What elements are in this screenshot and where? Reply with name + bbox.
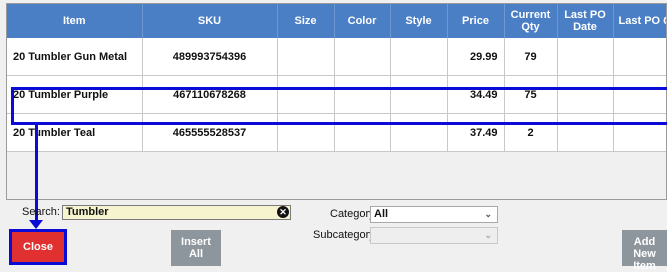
col-header-price[interactable]: Price bbox=[447, 4, 505, 38]
cell-style bbox=[390, 113, 448, 152]
search-label: Search: bbox=[22, 206, 60, 218]
table-row-selected[interactable]: 20 Tumbler Teal 465555528537 37.49 2 bbox=[7, 113, 666, 152]
cell-color bbox=[334, 75, 391, 114]
category-label: Category bbox=[330, 208, 375, 220]
subcategory-label: Subcategory bbox=[313, 229, 375, 241]
col-header-item[interactable]: Item bbox=[7, 4, 143, 38]
item-lookup-window: Item SKU Size Color Style Price Current … bbox=[0, 0, 667, 272]
cell-size bbox=[277, 113, 335, 152]
col-header-style[interactable]: Style bbox=[390, 4, 448, 38]
subcategory-select[interactable]: ⌄ bbox=[370, 227, 498, 244]
chevron-down-icon: ⌄ bbox=[484, 230, 492, 240]
cell-size bbox=[277, 38, 335, 76]
items-grid: Item SKU Size Color Style Price Current … bbox=[6, 3, 667, 200]
search-input[interactable]: Tumbler bbox=[62, 205, 291, 220]
insert-all-button[interactable]: Insert All bbox=[171, 230, 221, 266]
cell-price: 37.49 bbox=[447, 113, 505, 152]
cell-current-qty: 2 bbox=[504, 113, 558, 152]
insert-all-line2: All bbox=[188, 248, 204, 260]
col-header-last-po-qty[interactable]: Last PO Qty bbox=[613, 4, 666, 38]
category-value: All bbox=[374, 208, 389, 220]
insert-all-line1: Insert bbox=[181, 236, 211, 248]
cell-sku: 489993754396 bbox=[142, 38, 278, 76]
cell-item: 20 Tumbler Teal bbox=[7, 113, 143, 152]
table-row[interactable]: 20 Tumbler Gun Metal 489993754396 29.99 … bbox=[7, 38, 666, 76]
cell-price: 29.99 bbox=[447, 38, 505, 76]
header-row: Item SKU Size Color Style Price Current … bbox=[7, 4, 666, 38]
cell-item: 20 Tumbler Gun Metal bbox=[7, 38, 143, 76]
col-header-last-po-date[interactable]: Last PO Date bbox=[557, 4, 614, 38]
table-row[interactable]: 20 Tumbler Purple 467110678268 34.49 75 bbox=[7, 75, 666, 114]
cell-last-po-qty bbox=[613, 75, 666, 114]
cell-current-qty: 79 bbox=[504, 38, 558, 76]
close-button[interactable]: Close bbox=[9, 229, 67, 265]
cell-size bbox=[277, 75, 335, 114]
cell-last-po-date bbox=[557, 113, 614, 152]
cell-sku: 465555528537 bbox=[142, 113, 278, 152]
cell-last-po-date bbox=[557, 38, 614, 76]
col-header-last-po-qty-text: Last PO Qty bbox=[618, 15, 666, 27]
cell-current-qty: 75 bbox=[504, 75, 558, 114]
add-new-item-button[interactable]: Add New Item bbox=[622, 230, 667, 272]
col-header-sku[interactable]: SKU bbox=[142, 4, 278, 38]
col-header-current-qty[interactable]: Current Qty bbox=[504, 4, 558, 38]
chevron-down-icon: ⌄ bbox=[484, 209, 492, 219]
callout-arrow-head bbox=[29, 220, 43, 229]
col-header-last-po-date-text: Last PO Date bbox=[564, 9, 606, 33]
cell-last-po-date bbox=[557, 75, 614, 114]
add-new-line1: Add bbox=[633, 236, 656, 248]
category-select[interactable]: All ⌄ bbox=[370, 206, 498, 223]
col-header-size[interactable]: Size bbox=[277, 4, 335, 38]
clear-search-icon[interactable]: ✕ bbox=[277, 206, 289, 218]
cell-last-po-qty bbox=[613, 38, 666, 76]
col-header-current-qty-text: Current Qty bbox=[510, 9, 551, 33]
cell-style bbox=[390, 75, 448, 114]
col-header-color[interactable]: Color bbox=[334, 4, 391, 38]
cell-last-po-qty bbox=[613, 113, 666, 152]
add-new-line2: New Item bbox=[633, 248, 656, 272]
cell-price: 34.49 bbox=[447, 75, 505, 114]
cell-color bbox=[334, 113, 391, 152]
cell-item: 20 Tumbler Purple bbox=[7, 75, 143, 114]
cell-style bbox=[390, 38, 448, 76]
cell-color bbox=[334, 38, 391, 76]
cell-sku: 467110678268 bbox=[142, 75, 278, 114]
items-table: Item SKU Size Color Style Price Current … bbox=[7, 4, 666, 152]
